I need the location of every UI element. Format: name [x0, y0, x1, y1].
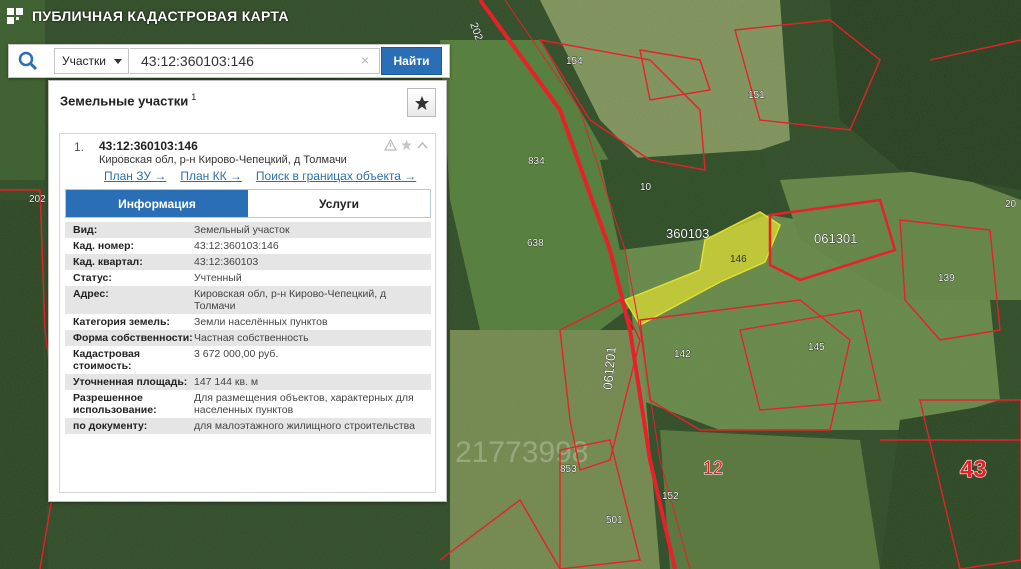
- tab-information[interactable]: Информация: [66, 190, 248, 217]
- field-key: по документу:: [65, 418, 194, 434]
- link-plan-kk[interactable]: План КК →: [180, 169, 242, 183]
- result-count: 1: [191, 92, 197, 102]
- table-row: Адрес: Кировская обл, р-н Кирово-Чепецкий…: [65, 286, 431, 314]
- parcel-label: 638: [527, 238, 544, 249]
- parcel-label: 853: [560, 464, 577, 475]
- parcel-label: 501: [606, 515, 623, 526]
- result-card: 1. 43:12:360103:146 Кировская обл, р-н К…: [59, 133, 436, 493]
- field-key: Кад. квартал:: [65, 254, 194, 270]
- result-location: Кировская обл, р-н Кирово-Чепецкий, д То…: [99, 154, 347, 166]
- field-value: для малоэтажного жилищного строительства: [194, 418, 431, 434]
- table-row: Вид: Земельный участок: [65, 222, 431, 238]
- field-key: Кад. номер:: [65, 238, 194, 254]
- chevron-down-icon: [114, 59, 122, 64]
- field-value: Земельный участок: [194, 222, 431, 238]
- app-title: ПУБЛИЧНАЯ КАДАСТРОВАЯ КАРТА: [32, 8, 289, 24]
- link-plan-zu[interactable]: План ЗУ →: [104, 169, 166, 183]
- quarter-label: 360103: [666, 226, 709, 241]
- result-controls: [384, 139, 429, 151]
- table-row: Статус: Учтенный: [65, 270, 431, 286]
- parcel-label: 154: [566, 56, 583, 67]
- tab-services[interactable]: Услуги: [248, 190, 430, 217]
- info-table: Вид: Земельный участок Кад. номер: 43:12:3…: [65, 222, 431, 434]
- field-key: Кадастровая стоимость:: [65, 346, 194, 374]
- quarter-label: 061301: [814, 231, 857, 246]
- star-icon: [414, 95, 429, 110]
- field-value-link[interactable]: 43:12:360103:146: [194, 238, 431, 254]
- favorite-button[interactable]: [407, 88, 436, 117]
- parcel-label: 151: [748, 90, 765, 101]
- table-row: Уточненная площадь: 147 144 кв. м: [65, 374, 431, 390]
- warning-icon[interactable]: [384, 139, 397, 151]
- parcel-label: 20: [1005, 199, 1017, 210]
- table-row: Форма собственности: Частная собственност…: [65, 330, 431, 346]
- table-row: Разрешенное использование: Для размещения…: [65, 390, 431, 418]
- results-panel: Земельные участки 1 1. 43:12:360103:146 К…: [48, 80, 447, 502]
- search-type-select[interactable]: Участки: [54, 48, 129, 74]
- parcel-label: 142: [674, 349, 691, 360]
- field-value: Для размещения объектов, характерных для…: [194, 390, 431, 418]
- result-tabs: Информация Услуги: [65, 189, 431, 218]
- table-row: Категория земель: Земли населённых пункто…: [65, 314, 431, 330]
- app-header: ПУБЛИЧНАЯ КАДАСТРОВАЯ КАРТА: [0, 0, 289, 32]
- field-key: Уточненная площадь:: [65, 374, 194, 390]
- field-key: Разрешенное использование:: [65, 390, 194, 418]
- field-value: Учтенный: [194, 270, 431, 286]
- field-key: Статус:: [65, 270, 194, 286]
- search-type-label: Участки: [62, 54, 106, 68]
- district-label: 43: [960, 456, 987, 483]
- panel-title: Земельные участки 1: [60, 92, 197, 109]
- link-search-in-bounds[interactable]: Поиск в границах объекта →: [256, 169, 416, 183]
- search-bar: Участки 43:12:360103:146 × Найти: [8, 44, 450, 78]
- result-cadastral-number[interactable]: 43:12:360103:146: [99, 139, 198, 153]
- field-value: Частная собственность: [194, 330, 431, 346]
- field-key: Адрес:: [65, 286, 194, 314]
- clear-icon[interactable]: ×: [361, 52, 369, 68]
- field-key: Категория земель:: [65, 314, 194, 330]
- result-index: 1.: [74, 140, 85, 154]
- field-value: Земли населённых пунктов: [194, 314, 431, 330]
- parcel-label: 139: [938, 273, 955, 284]
- district-label: 12: [703, 458, 723, 478]
- field-value-link[interactable]: 43:12:360103: [194, 254, 431, 270]
- parcel-label: 10: [640, 182, 652, 193]
- field-value: 3 672 000,00 руб.: [194, 346, 431, 374]
- field-value: 147 144 кв. м: [194, 374, 431, 390]
- star-icon[interactable]: [400, 139, 413, 151]
- search-input[interactable]: 43:12:360103:146: [130, 48, 380, 74]
- result-links: План ЗУ → План КК → Поиск в границах объ…: [104, 169, 416, 183]
- table-row: по документу: для малоэтажного жилищного …: [65, 418, 431, 434]
- parcel-label: 834: [528, 156, 545, 167]
- field-key: Форма собственности:: [65, 330, 194, 346]
- table-row: Кад. номер: 43:12:360103:146: [65, 238, 431, 254]
- parcel-label: 202: [29, 194, 46, 205]
- field-key: Вид:: [65, 222, 194, 238]
- chevron-up-icon[interactable]: [416, 139, 429, 151]
- find-button[interactable]: Найти: [381, 47, 442, 75]
- table-row: Кадастровая стоимость: 3 672 000,00 руб.: [65, 346, 431, 374]
- parcel-label: 152: [662, 491, 679, 502]
- parcel-label: 146: [730, 254, 747, 265]
- logo-icon: [7, 8, 23, 24]
- table-row: Кад. квартал: 43:12:360103: [65, 254, 431, 270]
- search-icon[interactable]: [18, 51, 38, 71]
- field-value: Кировская обл, р-н Кирово-Чепецкий, д То…: [194, 286, 431, 314]
- parcel-label: 145: [808, 342, 825, 353]
